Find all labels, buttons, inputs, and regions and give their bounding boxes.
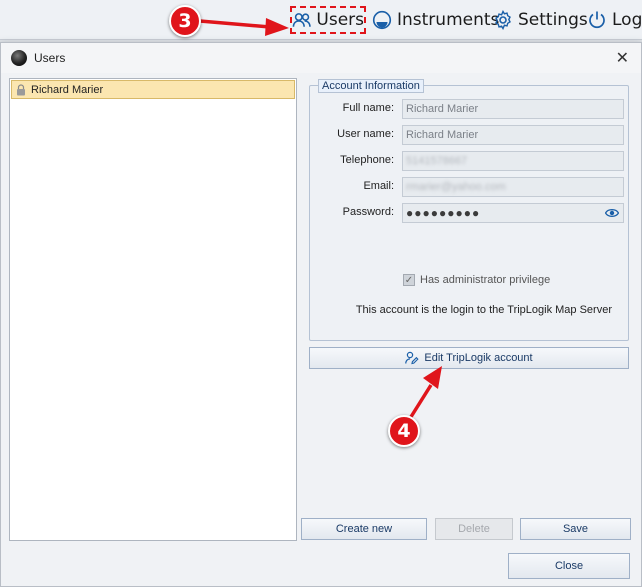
- admin-privilege-checkbox[interactable]: ✓: [403, 274, 415, 286]
- power-icon: [589, 11, 605, 29]
- app-orb-icon: [11, 50, 27, 66]
- close-icon[interactable]: ✕: [616, 48, 629, 68]
- email-value: rmarier@yahoo.com: [406, 181, 506, 193]
- telephone-row: Telephone: 5141578667: [310, 151, 630, 171]
- dialog-title: Users: [34, 51, 66, 65]
- toolbar-settings-label: Settings: [518, 10, 588, 30]
- list-item[interactable]: Richard Marier: [11, 80, 295, 99]
- save-button[interactable]: Save: [520, 518, 631, 540]
- edit-triplogik-account-button[interactable]: Edit TripLogik account: [309, 347, 629, 369]
- fullname-row: Full name: Richard Marier: [310, 99, 630, 119]
- fullname-label: Full name:: [342, 102, 394, 114]
- password-field[interactable]: ●●●●●●●●●: [402, 203, 624, 223]
- admin-privilege-label: Has administrator privilege: [420, 274, 551, 286]
- close-button[interactable]: Close: [508, 553, 630, 579]
- toolbar-settings-button[interactable]: Settings: [493, 6, 588, 34]
- toolbar-users-button[interactable]: Users: [290, 6, 366, 34]
- user-edit-icon: [405, 351, 419, 365]
- admin-privilege-checkbox-row[interactable]: ✓ Has administrator privilege: [403, 274, 550, 286]
- telephone-label: Telephone:: [340, 154, 394, 166]
- telephone-value: 5141578667: [406, 155, 468, 167]
- toolbar-logout-button[interactable]: Logo: [587, 6, 642, 34]
- email-row: Email: rmarier@yahoo.com: [310, 177, 630, 197]
- fullname-field[interactable]: Richard Marier: [402, 99, 624, 119]
- toolbar-instruments-label: Instruments: [397, 10, 500, 30]
- username-field[interactable]: Richard Marier: [402, 125, 624, 145]
- password-value: ●●●●●●●●●: [406, 206, 481, 220]
- user-list[interactable]: Richard Marier: [9, 78, 297, 541]
- step-3-callout: 3: [169, 5, 201, 37]
- username-label: User name:: [337, 128, 394, 140]
- users-icon: [292, 13, 311, 27]
- settings-gear-icon: [495, 10, 511, 30]
- main-toolbar: Users Instruments Settings Logo: [0, 0, 642, 40]
- telephone-field[interactable]: 5141578667: [402, 151, 624, 171]
- password-label: Password:: [342, 206, 394, 218]
- create-new-button[interactable]: Create new: [301, 518, 427, 540]
- email-label: Email:: [363, 180, 394, 192]
- dialog-titlebar: Users ✕: [1, 43, 641, 73]
- email-field[interactable]: rmarier@yahoo.com: [402, 177, 624, 197]
- toolbar-logout-label: Logo: [612, 10, 642, 30]
- toolbar-instruments-button[interactable]: Instruments: [372, 6, 499, 34]
- group-title: Account Information: [318, 79, 424, 93]
- toolbar-users-label: Users: [316, 10, 364, 30]
- delete-button[interactable]: Delete: [435, 518, 513, 540]
- username-row: User name: Richard Marier: [310, 125, 630, 145]
- instruments-icon: [372, 10, 392, 30]
- lock-icon: [17, 83, 25, 95]
- eye-icon[interactable]: [605, 208, 619, 218]
- step-4-callout: 4: [388, 415, 420, 447]
- list-item-label: Richard Marier: [31, 83, 104, 96]
- password-row: Password: ●●●●●●●●●: [310, 203, 630, 223]
- users-dialog: Users ✕ Richard Marier Account Informati…: [0, 42, 642, 587]
- edit-button-label: Edit TripLogik account: [424, 352, 533, 364]
- account-information-group: Account Information Full name: Richard M…: [309, 79, 630, 341]
- login-note: This account is the login to the TripLog…: [355, 304, 612, 316]
